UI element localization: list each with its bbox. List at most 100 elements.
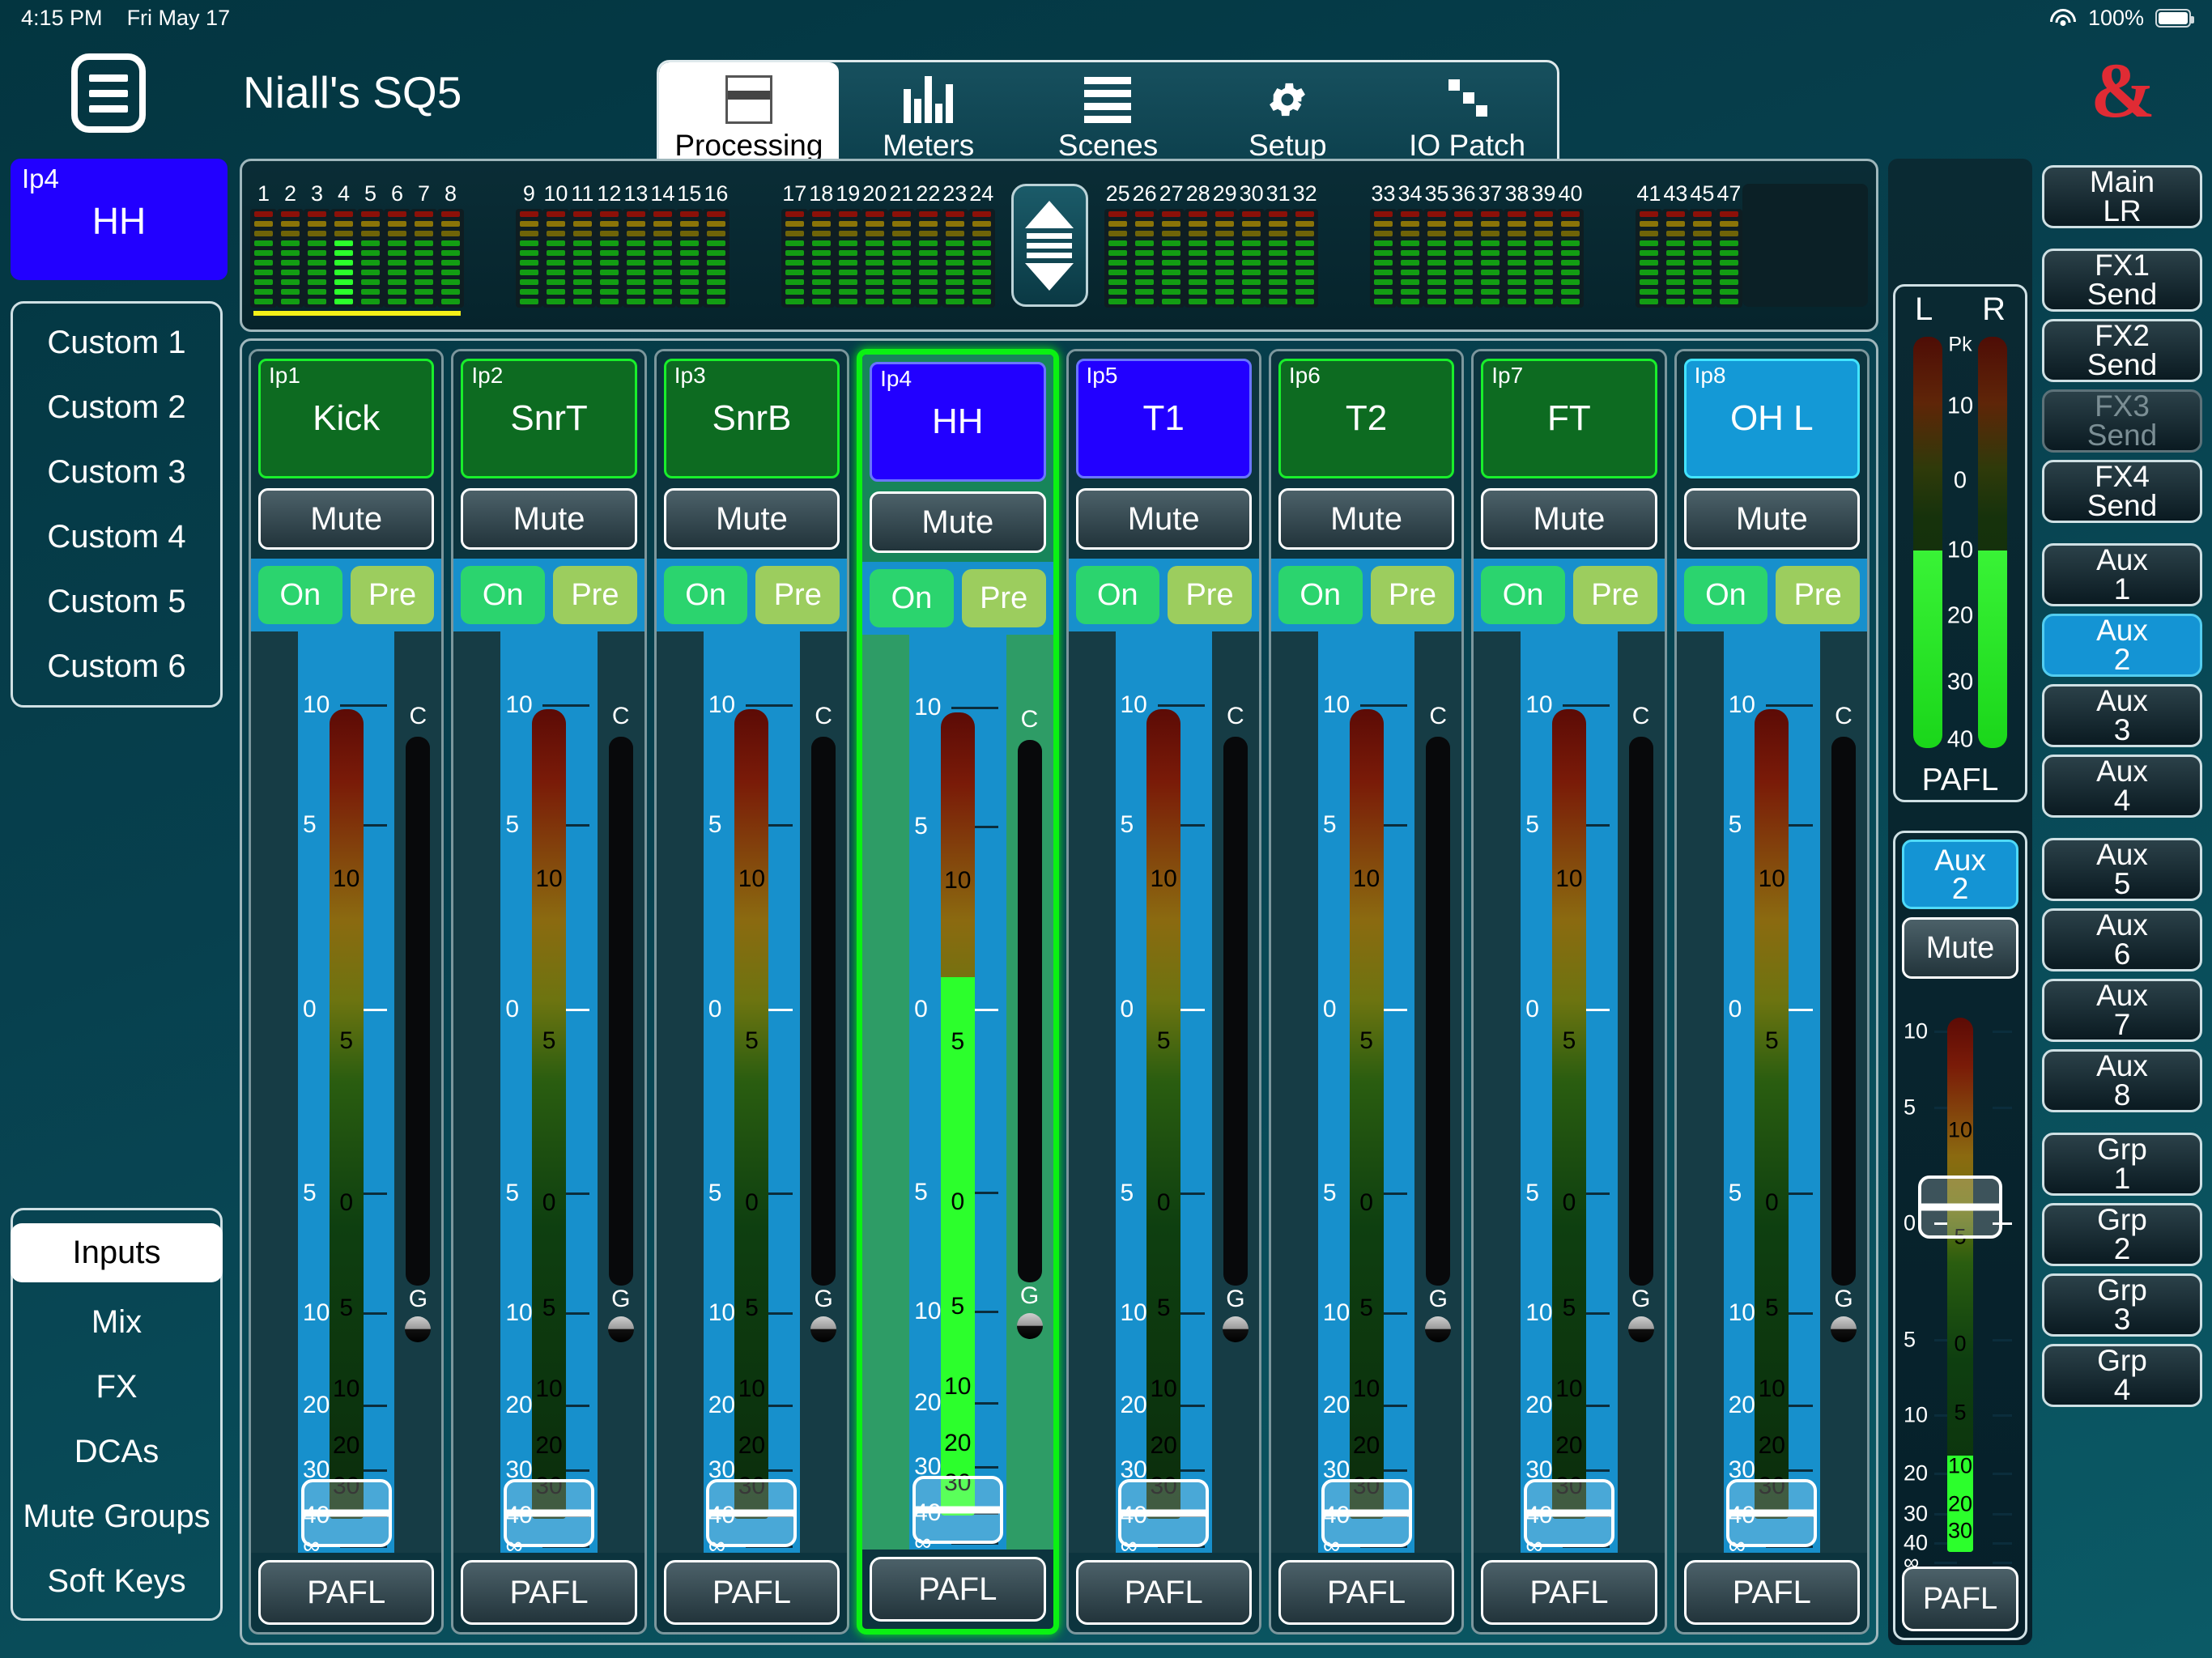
send-on-button[interactable]: On bbox=[1481, 566, 1565, 624]
mute-button[interactable]: Mute bbox=[663, 488, 840, 550]
aux-master-mute-button[interactable]: Mute bbox=[1902, 917, 2018, 979]
tab-io-patch[interactable]: IO Patch bbox=[1377, 62, 1557, 172]
pafl-button[interactable]: PAFL bbox=[870, 1557, 1046, 1622]
send-on-button[interactable]: On bbox=[663, 566, 748, 624]
channel-name-button[interactable]: Ip5 T1 bbox=[1075, 359, 1252, 478]
view-soft-keys[interactable]: Soft Keys bbox=[13, 1557, 220, 1606]
fader-handle[interactable] bbox=[912, 1476, 1003, 1545]
fader-handle[interactable] bbox=[1523, 1479, 1614, 1547]
mute-button[interactable]: Mute bbox=[1278, 488, 1455, 550]
meter-bank-5[interactable]: 33 34 35 36 37 38 39 40 bbox=[1370, 183, 1585, 308]
channel-name-button[interactable]: Ip7 FT bbox=[1481, 359, 1657, 478]
aux-master-fader-handle[interactable] bbox=[1918, 1175, 2002, 1239]
meter-bank-1[interactable]: 12345678 bbox=[250, 183, 464, 316]
meter-bank-3[interactable]: 17 18 19 20 21 22 23 24 bbox=[781, 183, 995, 308]
send-pre-button[interactable]: Pre bbox=[1776, 566, 1860, 624]
channel-strip-ip8[interactable]: Ip8 OH L Mute On Pre 10 5 0 5 10 20 30 40 ∞ 10 5 0 5 10 20 3… bbox=[1674, 349, 1870, 1635]
send-on-button[interactable]: On bbox=[1075, 566, 1160, 624]
pafl-button[interactable]: PAFL bbox=[663, 1560, 840, 1625]
mix-button-aux-5[interactable]: Aux 5 bbox=[2042, 838, 2202, 901]
custom-layer-5[interactable]: Custom 5 bbox=[13, 584, 220, 620]
mix-button-grp-3[interactable]: Grp 3 bbox=[2042, 1273, 2202, 1337]
mute-button[interactable]: Mute bbox=[258, 488, 435, 550]
mute-button[interactable]: Mute bbox=[1075, 488, 1252, 550]
aux-master-fader[interactable]: 10 5 0 5 10 20 30 40 ∞ 10 5 0 5 10 20 30 bbox=[1902, 985, 2018, 1574]
fader-track[interactable]: 10 5 0 5 10 20 30 40 ∞ 10 5 0 5 10 20 30 bbox=[1318, 631, 1414, 1559]
selected-channel-display[interactable]: Ip4 HH bbox=[11, 159, 228, 280]
send-on-button[interactable]: On bbox=[1278, 566, 1363, 624]
view-inputs[interactable]: Inputs bbox=[11, 1222, 223, 1282]
send-on-button[interactable]: On bbox=[870, 569, 954, 627]
fader-track[interactable]: 10 5 0 5 10 20 30 40 ∞ 10 5 0 5 10 20 30 bbox=[1521, 631, 1617, 1559]
meter-bank-6[interactable]: 41 43 45 47 bbox=[1635, 183, 1742, 308]
tab-setup[interactable]: Setup bbox=[1197, 62, 1377, 172]
mix-button-aux-3[interactable]: Aux 3 bbox=[2042, 684, 2202, 747]
send-pre-button[interactable]: Pre bbox=[1572, 566, 1657, 624]
custom-layer-4[interactable]: Custom 4 bbox=[13, 519, 220, 555]
fader-handle[interactable] bbox=[1726, 1479, 1818, 1547]
mix-button-aux-8[interactable]: Aux 8 bbox=[2042, 1049, 2202, 1112]
tab-scenes[interactable]: Scenes bbox=[1019, 62, 1198, 172]
fader-track[interactable]: 10 5 0 5 10 20 30 40 ∞ 10 5 0 5 10 20 30 bbox=[1116, 631, 1212, 1559]
aux-master-pafl-button[interactable]: PAFL bbox=[1902, 1567, 2018, 1631]
channel-name-button[interactable]: Ip6 T2 bbox=[1278, 359, 1455, 478]
send-pre-button[interactable]: Pre bbox=[350, 566, 435, 624]
meter-bank-4[interactable]: 25 26 27 28 29 30 31 32 bbox=[1104, 183, 1319, 308]
mix-button-aux-2[interactable]: Aux 2 bbox=[2042, 614, 2202, 677]
list-menu-icon[interactable] bbox=[71, 53, 146, 133]
pafl-button[interactable]: PAFL bbox=[258, 1560, 435, 1625]
tab-processing[interactable]: Processing bbox=[659, 62, 839, 172]
pafl-button[interactable]: PAFL bbox=[1481, 1560, 1657, 1625]
custom-layer-3[interactable]: Custom 3 bbox=[13, 454, 220, 491]
channel-name-button[interactable]: Ip2 SnrT bbox=[461, 359, 637, 478]
send-on-button[interactable]: On bbox=[1683, 566, 1768, 624]
send-pre-button[interactable]: Pre bbox=[755, 566, 840, 624]
send-on-button[interactable]: On bbox=[258, 566, 342, 624]
mute-button[interactable]: Mute bbox=[461, 488, 637, 550]
fader-track[interactable]: 10 5 0 5 10 20 30 40 ∞ 10 5 0 5 10 20 30 bbox=[298, 631, 394, 1559]
fader-handle[interactable] bbox=[1118, 1479, 1210, 1547]
channel-name-button[interactable]: Ip8 OH L bbox=[1683, 359, 1860, 478]
mix-button-fx1-send[interactable]: FX1 Send bbox=[2042, 249, 2202, 312]
mix-button-aux-6[interactable]: Aux 6 bbox=[2042, 908, 2202, 971]
mix-button-grp-4[interactable]: Grp 4 bbox=[2042, 1344, 2202, 1407]
meter-bank-2[interactable]: 9 10 11 12 13 14 15 16 bbox=[515, 183, 730, 308]
send-pre-button[interactable]: Pre bbox=[1370, 566, 1455, 624]
view-dcas[interactable]: DCAs bbox=[13, 1427, 220, 1477]
send-pre-button[interactable]: Pre bbox=[553, 566, 637, 624]
fader-track[interactable]: 10 5 0 5 10 20 30 40 ∞ 10 5 0 5 10 20 30 bbox=[704, 631, 800, 1559]
send-pre-button[interactable]: Pre bbox=[1168, 566, 1252, 624]
bank-up-down-icon[interactable] bbox=[1010, 184, 1089, 307]
view-fx[interactable]: FX bbox=[13, 1363, 220, 1412]
mix-button-main-lr[interactable]: Main LR bbox=[2042, 165, 2202, 228]
fader-handle[interactable] bbox=[1321, 1479, 1412, 1547]
channel-name-button[interactable]: Ip4 HH bbox=[870, 362, 1046, 482]
pafl-button[interactable]: PAFL bbox=[1075, 1560, 1252, 1625]
mix-button-aux-7[interactable]: Aux 7 bbox=[2042, 979, 2202, 1042]
pafl-button[interactable]: PAFL bbox=[461, 1560, 637, 1625]
tab-meters[interactable]: Meters bbox=[839, 62, 1019, 172]
mute-button[interactable]: Mute bbox=[1683, 488, 1860, 550]
aux-master-title[interactable]: Aux 2 bbox=[1902, 840, 2018, 909]
channel-strip-ip1[interactable]: Ip1 Kick Mute On Pre 10 5 0 5 10 20 30 40 ∞ 10 5 0 5 10 20 3… bbox=[249, 349, 445, 1635]
fader-track[interactable]: 10 5 0 5 10 20 30 40 ∞ 10 5 0 5 10 20 30 bbox=[909, 635, 1006, 1556]
mix-button-grp-1[interactable]: Grp 1 bbox=[2042, 1133, 2202, 1196]
mix-button-grp-2[interactable]: Grp 2 bbox=[2042, 1203, 2202, 1266]
mix-button-aux-1[interactable]: Aux 1 bbox=[2042, 543, 2202, 606]
channel-name-button[interactable]: Ip1 Kick bbox=[258, 359, 435, 478]
channel-strip-ip4[interactable]: Ip4 HH Mute On Pre 10 5 0 5 10 20 30 40 ∞ 10 5 0 5 10 20 30 C… bbox=[857, 349, 1059, 1635]
view-mute-groups[interactable]: Mute Groups bbox=[13, 1492, 220, 1541]
mix-button-aux-4[interactable]: Aux 4 bbox=[2042, 755, 2202, 818]
pafl-button[interactable]: PAFL bbox=[1683, 1560, 1860, 1625]
channel-name-button[interactable]: Ip3 SnrB bbox=[663, 359, 840, 478]
mute-button[interactable]: Mute bbox=[870, 491, 1046, 553]
pafl-button[interactable]: PAFL bbox=[1278, 1560, 1455, 1625]
channel-strip-ip2[interactable]: Ip2 SnrT Mute On Pre 10 5 0 5 10 20 30 40 ∞ 10 5 0 5 10 20 3… bbox=[451, 349, 647, 1635]
fader-handle[interactable] bbox=[504, 1479, 595, 1547]
channel-strip-ip6[interactable]: Ip6 T2 Mute On Pre 10 5 0 5 10 20 30 40 ∞ 10 5 0 5 10 20 30 C… bbox=[1268, 349, 1465, 1635]
fader-handle[interactable] bbox=[706, 1479, 798, 1547]
custom-layer-2[interactable]: Custom 2 bbox=[13, 389, 220, 426]
send-pre-button[interactable]: Pre bbox=[961, 569, 1046, 627]
mute-button[interactable]: Mute bbox=[1481, 488, 1657, 550]
fader-track[interactable]: 10 5 0 5 10 20 30 40 ∞ 10 5 0 5 10 20 30 bbox=[500, 631, 597, 1559]
